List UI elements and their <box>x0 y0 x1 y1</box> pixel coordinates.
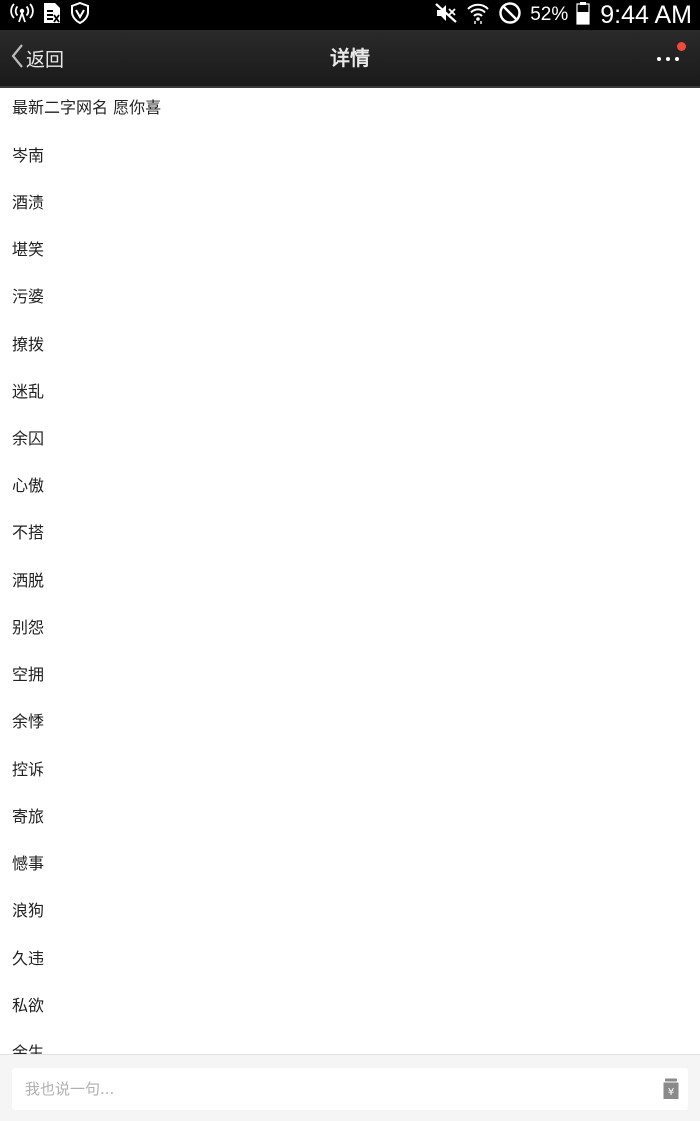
list-item: 堪笑 <box>12 240 45 259</box>
status-bar: 52% 9:44 AM <box>0 0 700 30</box>
list-item: 余囚 <box>12 429 45 448</box>
page-title: 详情 <box>330 46 370 70</box>
list-item: 撩拨 <box>12 335 45 354</box>
list-item: 空拥 <box>12 665 45 684</box>
list-item: 寄旅 <box>12 807 45 826</box>
list-item: 久违 <box>12 949 45 968</box>
status-left-icons <box>10 1 90 28</box>
comment-input[interactable]: 我也说一句... ¥ <box>12 1068 688 1110</box>
comment-bar: 我也说一句... ¥ <box>0 1054 700 1121</box>
list-item: 迷乱 <box>12 382 45 401</box>
list-item: 憾事 <box>12 854 45 873</box>
wifi-icon <box>466 1 490 29</box>
list-item: 不搭 <box>12 523 45 542</box>
list-item: 余悸 <box>12 712 45 731</box>
article-content: 最新二字网名 愿你喜 岑南 酒渍 堪笑 污婆 撩拨 迷乱 余囚 心傲 不搭 洒脱… <box>0 88 700 1054</box>
wireless-hotspot-icon <box>10 2 34 28</box>
list-item: 私欲 <box>12 996 45 1015</box>
list-item: 控诉 <box>12 760 45 779</box>
article-title: 最新二字网名 愿你喜 <box>12 98 162 117</box>
list-item: 洒脱 <box>12 571 45 590</box>
chevron-left-icon <box>10 43 24 73</box>
more-options-button[interactable] <box>654 40 686 76</box>
shield-icon <box>70 1 90 28</box>
list-item: 浪狗 <box>12 901 45 920</box>
mute-icon <box>434 2 458 28</box>
do-not-disturb-icon <box>498 1 522 29</box>
list-item: 污婆 <box>12 287 45 306</box>
battery-icon <box>576 1 590 29</box>
back-label: 返回 <box>26 48 65 71</box>
battery-percent: 52% <box>530 4 569 25</box>
svg-text:¥: ¥ <box>668 1087 674 1098</box>
status-time: 9:44 AM <box>600 0 692 29</box>
list-item: 酒渍 <box>12 193 45 212</box>
back-button[interactable]: 返回 <box>10 30 64 86</box>
comment-placeholder: 我也说一句... <box>25 1080 115 1098</box>
reward-yen-icon[interactable]: ¥ <box>662 1078 680 1100</box>
list-item: 余生 <box>12 1043 45 1054</box>
list-item: 别怨 <box>12 618 45 637</box>
list-item: 岑南 <box>12 146 45 165</box>
status-right-icons: 52% 9:44 AM <box>434 0 692 30</box>
navigation-bar: 返回 详情 <box>0 30 700 88</box>
notification-dot <box>677 42 686 51</box>
list-item: 心傲 <box>12 476 45 495</box>
sim-card-icon <box>42 2 62 28</box>
